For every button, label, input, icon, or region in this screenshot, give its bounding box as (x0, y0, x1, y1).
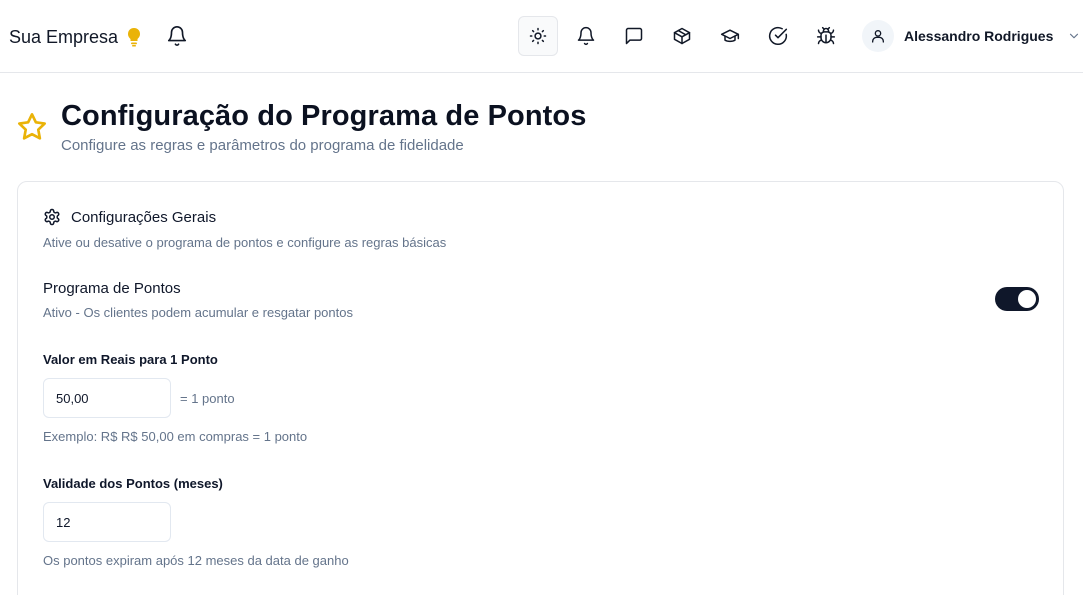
theme-toggle-button[interactable] (518, 16, 558, 56)
top-navbar: Sua Empresa Alessandro Rodrigues (0, 0, 1083, 73)
value-hint: Exemplo: R$ R$ 50,00 em compras = 1 pont… (43, 429, 308, 444)
user-name: Alessandro Rodrigues (904, 28, 1054, 44)
tasks-button[interactable] (758, 16, 798, 56)
program-status: Ativo - Os clientes podem acumular e res… (43, 305, 353, 320)
general-settings-card: Configurações Gerais Ative ou desative o… (17, 181, 1064, 595)
star-icon (18, 113, 46, 140)
chevron-down-icon (1070, 33, 1079, 39)
card-description: Ative ou desative o programa de pontos e… (43, 235, 447, 250)
messages-button[interactable] (614, 16, 654, 56)
program-enabled-toggle[interactable] (995, 287, 1039, 311)
avatar (862, 20, 894, 52)
validity-field-label: Validade dos Pontos (meses) (43, 476, 223, 491)
graduation-cap-icon (720, 29, 740, 43)
validity-hint: Os pontos expiram após 12 meses da data … (43, 553, 349, 568)
training-button[interactable] (710, 16, 750, 56)
page-subtitle: Configure as regras e parâmetros do prog… (61, 137, 464, 154)
bug-report-button[interactable] (806, 16, 846, 56)
card-title: Configurações Gerais (71, 208, 217, 226)
user-menu[interactable]: Alessandro Rodrigues (862, 20, 1081, 52)
notifications-button[interactable] (566, 16, 606, 56)
bell-icon (577, 26, 595, 46)
check-circle-icon (768, 26, 788, 46)
card-header: Configurações Gerais (43, 208, 216, 226)
validity-months-input[interactable] (43, 502, 171, 542)
toggle-knob (1018, 290, 1036, 308)
program-label: Programa de Pontos (43, 280, 181, 297)
bug-icon (816, 26, 836, 45)
brand[interactable]: Sua Empresa (9, 26, 142, 48)
value-suffix: = 1 ponto (180, 391, 235, 406)
products-button[interactable] (662, 16, 702, 56)
value-per-point-input[interactable] (43, 378, 171, 418)
package-icon (673, 27, 691, 45)
gear-icon (44, 208, 60, 226)
sun-icon (529, 27, 547, 45)
brand-name: Sua Empresa (9, 26, 119, 47)
bell-icon[interactable] (166, 25, 188, 47)
lightbulb-icon (128, 28, 141, 47)
value-field-label: Valor em Reais para 1 Ponto (43, 352, 218, 367)
user-icon (872, 30, 884, 43)
message-icon (625, 27, 643, 45)
page-title: Configuração do Programa de Pontos (61, 100, 587, 132)
